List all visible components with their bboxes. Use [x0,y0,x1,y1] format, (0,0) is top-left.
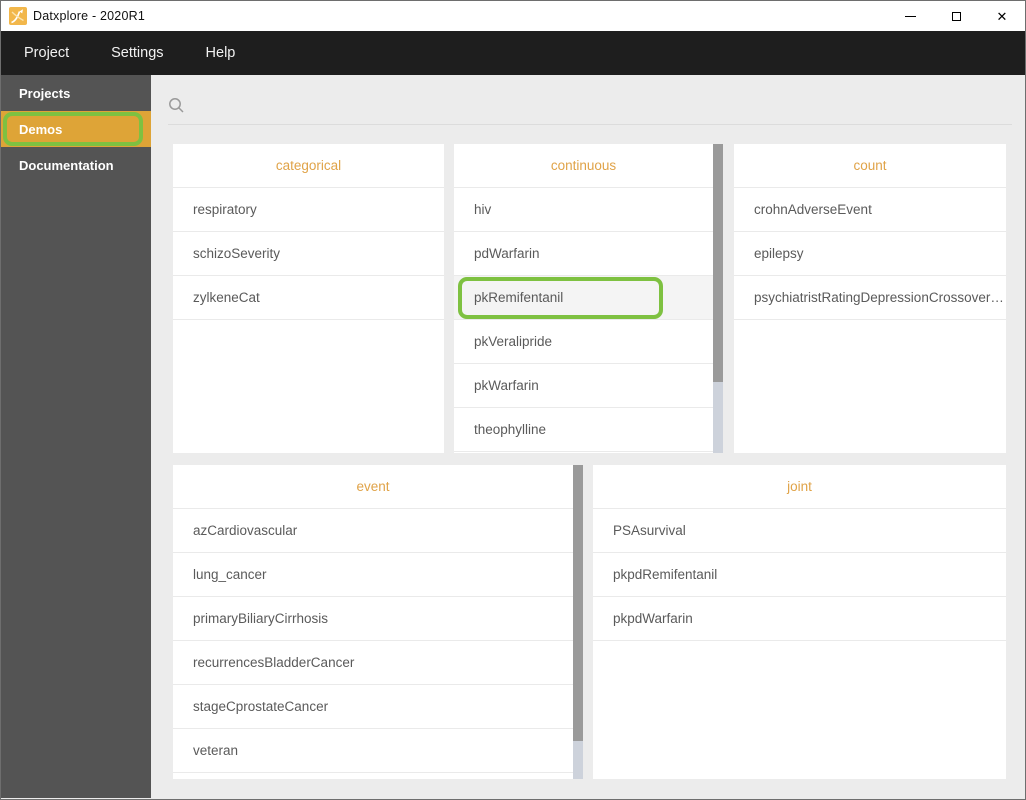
maximize-button[interactable] [933,1,979,31]
minimize-icon [905,16,916,17]
list-item[interactable]: pdWarfarin [454,232,713,276]
search-input[interactable] [168,95,1012,125]
scrollbar[interactable] [573,465,583,779]
menu-help[interactable]: Help [206,45,236,61]
list-item[interactable]: psychiatristRatingDepressionCrossover… [734,276,1006,320]
panel-categorical: categoricalrespiratoryschizoSeverityzylk… [173,144,444,453]
list-item[interactable]: epilepsy [734,232,1006,276]
list-item[interactable]: theophylline [454,408,713,452]
panel-title-count: count [734,144,1006,188]
close-button[interactable]: ✕ [979,1,1025,31]
list-item[interactable]: respiratory [173,188,444,232]
minimize-button[interactable] [887,1,933,31]
menu-bar: Project Settings Help [1,31,1025,75]
panel-event: eventazCardiovascularlung_cancerprimaryB… [173,465,583,779]
sidebar-item-label: Projects [19,86,70,101]
sidebar-item-label: Demos [19,122,62,137]
list-item[interactable]: pkpdWarfarin [593,597,1006,641]
main-content: categoricalrespiratoryschizoSeverityzylk… [151,75,1025,798]
close-icon: ✕ [997,10,1008,23]
search-bar [167,95,1009,127]
window-title: Datxplore - 2020R1 [33,9,145,23]
list-item[interactable]: stageCprostateCancer [173,685,573,729]
list-item[interactable]: pkVeralipride [454,320,713,364]
panel-joint: jointPSAsurvivalpkpdRemifentanilpkpdWarf… [593,465,1006,779]
panel-continuous: continuoushivpdWarfarinpkRemifentanilpkV… [454,144,723,453]
list-item[interactable]: pkWarfarin [454,364,713,408]
app-logo-icon [9,7,27,25]
panel-title-categorical: categorical [173,144,444,188]
sidebar-item-projects[interactable]: Projects [1,75,151,111]
list-item[interactable]: crohnAdverseEvent [734,188,1006,232]
scrollbar[interactable] [713,144,723,453]
list-item[interactable]: lung_cancer [173,553,573,597]
scrollbar-thumb[interactable] [713,144,723,382]
window-controls: ✕ [887,1,1025,31]
list-item[interactable]: schizoSeverity [173,232,444,276]
list-item[interactable]: recurrencesBladderCancer [173,641,573,685]
scrollbar-thumb[interactable] [573,465,583,741]
maximize-icon [952,12,961,21]
sidebar-item-demos[interactable]: Demos [1,111,151,147]
menu-settings[interactable]: Settings [111,45,163,61]
sidebar-item-label: Documentation [19,158,114,173]
panel-count: countcrohnAdverseEventepilepsypsychiatri… [734,144,1006,453]
list-item[interactable]: pkpdRemifentanil [593,553,1006,597]
list-item[interactable]: primaryBiliaryCirrhosis [173,597,573,641]
list-item[interactable]: azCardiovascular [173,509,573,553]
panel-title-event: event [173,465,573,509]
panel-title-continuous: continuous [454,144,713,188]
list-item[interactable]: PSAsurvival [593,509,1006,553]
title-bar: Datxplore - 2020R1 ✕ [1,1,1025,31]
panel-title-joint: joint [593,465,1006,509]
list-item[interactable]: zylkeneCat [173,276,444,320]
app-window: Datxplore - 2020R1 ✕ Project Settings He… [0,0,1026,800]
sidebar: Projects Demos Documentation [1,75,151,798]
menu-project[interactable]: Project [24,45,69,61]
sidebar-item-documentation[interactable]: Documentation [1,147,151,183]
list-item[interactable]: veteran [173,729,573,773]
list-item[interactable]: pkRemifentanil [454,276,713,320]
list-item[interactable]: hiv [454,188,713,232]
